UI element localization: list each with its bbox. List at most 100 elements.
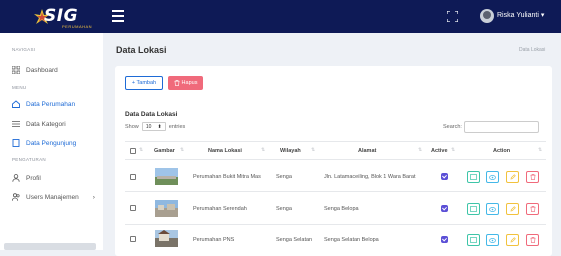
active-toggle[interactable] bbox=[441, 236, 448, 243]
eye-icon bbox=[489, 206, 496, 212]
map-button[interactable] bbox=[467, 234, 480, 246]
map-icon bbox=[470, 237, 477, 243]
cell-nama-lokasi: Perumahan PNS bbox=[193, 237, 235, 243]
show-label: Show bbox=[125, 123, 139, 130]
table-header-border bbox=[125, 159, 546, 160]
map-button[interactable] bbox=[467, 171, 480, 183]
page-title: Data Lokasi bbox=[116, 45, 167, 55]
table-title: Data Data Lokasi bbox=[125, 111, 178, 118]
sidebar-item-data-kategori[interactable]: Data Kategori bbox=[12, 120, 66, 128]
select-caret-icon: ⬍ bbox=[157, 123, 162, 130]
active-toggle[interactable] bbox=[441, 173, 448, 180]
sidebar-item-data-perumahan[interactable]: Data Perumahan bbox=[12, 100, 75, 108]
trash-icon bbox=[174, 80, 180, 86]
eye-icon bbox=[489, 174, 496, 180]
breadcrumb[interactable]: Data Lokasi bbox=[519, 47, 545, 53]
edit-button[interactable] bbox=[506, 203, 519, 215]
sidebar-item-users-manajemen[interactable]: Users Manajemen › bbox=[12, 193, 95, 201]
content-card bbox=[115, 66, 552, 256]
active-toggle[interactable] bbox=[441, 205, 448, 212]
column-header-gambar[interactable]: Gambar bbox=[154, 148, 175, 154]
edit-button[interactable] bbox=[506, 234, 519, 246]
user-icon bbox=[12, 174, 20, 182]
row-checkbox[interactable] bbox=[130, 205, 136, 211]
row-checkbox[interactable] bbox=[130, 236, 136, 242]
delete-row-button[interactable] bbox=[526, 171, 539, 183]
cell-alamat: Senga Belopa bbox=[324, 206, 359, 212]
delete-button-label: Hapus bbox=[181, 80, 198, 86]
location-thumbnail[interactable] bbox=[155, 168, 178, 185]
sidebar: NAVIGASI Dashboard MENU Data Perumahan D… bbox=[0, 33, 103, 250]
entries-select[interactable]: 10 ⬍ bbox=[141, 122, 166, 131]
view-button[interactable] bbox=[486, 203, 499, 215]
entries-select-value: 10 bbox=[145, 123, 152, 130]
view-button[interactable] bbox=[486, 171, 499, 183]
trash-icon bbox=[530, 237, 535, 243]
dashboard-icon bbox=[12, 66, 20, 74]
sidebar-item-label: Profil bbox=[26, 174, 41, 182]
sort-icon[interactable]: ⇅ bbox=[418, 147, 422, 153]
app-logo[interactable]: SIG PERUMAHAN bbox=[18, 5, 102, 29]
section-navigasi: NAVIGASI bbox=[12, 47, 36, 52]
sort-icon[interactable]: ⇅ bbox=[538, 147, 542, 153]
column-header-wilayah[interactable]: Wilayah bbox=[280, 148, 301, 154]
list-icon bbox=[12, 121, 20, 127]
delete-row-button[interactable] bbox=[526, 234, 539, 246]
sort-icon[interactable]: ⇅ bbox=[180, 147, 184, 153]
search-label: Search: bbox=[443, 124, 462, 130]
sort-icon[interactable]: ⇅ bbox=[261, 147, 265, 153]
map-button[interactable] bbox=[467, 203, 480, 215]
delete-row-button[interactable] bbox=[526, 203, 539, 215]
sidebar-item-profil[interactable]: Profil bbox=[12, 174, 41, 182]
edit-icon bbox=[510, 237, 516, 243]
trash-icon bbox=[530, 206, 535, 212]
column-header-nama-lokasi[interactable]: Nama Lokasi bbox=[208, 148, 242, 154]
column-header-alamat[interactable]: Alamat bbox=[358, 148, 376, 154]
cell-alamat: Senga Selatan Belopa bbox=[324, 237, 379, 243]
sidebar-item-label: Data Kategori bbox=[26, 120, 66, 128]
table-top-border bbox=[125, 141, 546, 142]
map-icon bbox=[470, 174, 477, 180]
sidebar-item-label: Dashboard bbox=[26, 66, 58, 74]
sidebar-item-label: Data Pengunjung bbox=[26, 139, 77, 147]
sidebar-item-label: Data Perumahan bbox=[26, 100, 76, 108]
fullscreen-icon[interactable] bbox=[447, 11, 458, 22]
sidebar-footer bbox=[4, 243, 96, 250]
select-all-checkbox[interactable] bbox=[130, 148, 136, 154]
brand-subtitle: PERUMAHAN bbox=[62, 24, 93, 29]
location-thumbnail[interactable] bbox=[155, 200, 178, 217]
view-button[interactable] bbox=[486, 234, 499, 246]
trash-icon bbox=[530, 174, 535, 180]
cell-wilayah: Senga Selatan bbox=[276, 237, 313, 243]
edit-icon bbox=[510, 174, 516, 180]
chevron-right-icon: › bbox=[92, 193, 95, 201]
edit-icon bbox=[510, 206, 516, 212]
entries-length-control: Show 10 ⬍ entries bbox=[125, 122, 185, 131]
section-pengaturan: PENGATURAN bbox=[12, 157, 46, 162]
hamburger-menu-icon[interactable] bbox=[112, 10, 124, 22]
sort-icon[interactable]: ⇅ bbox=[139, 147, 143, 153]
sort-icon[interactable]: ⇅ bbox=[311, 147, 315, 153]
delete-button[interactable]: Hapus bbox=[168, 76, 203, 90]
sidebar-item-dashboard[interactable]: Dashboard bbox=[12, 66, 58, 74]
map-icon bbox=[470, 206, 477, 212]
add-button[interactable]: + Tambah bbox=[125, 76, 163, 90]
top-navbar: SIG PERUMAHAN Riska Yulianti ▾ bbox=[0, 0, 561, 33]
column-header-active[interactable]: Active bbox=[431, 148, 448, 154]
sidebar-item-data-pengunjung[interactable]: Data Pengunjung bbox=[12, 139, 76, 147]
row-checkbox[interactable] bbox=[130, 174, 136, 180]
cell-wilayah: Senga bbox=[276, 206, 292, 212]
cell-nama-lokasi: Perumahan Serendah bbox=[193, 206, 247, 212]
user-avatar[interactable] bbox=[480, 9, 494, 23]
entries-label: entries bbox=[168, 123, 186, 130]
sort-icon[interactable]: ⇅ bbox=[451, 147, 455, 153]
home-icon bbox=[12, 100, 20, 108]
user-menu[interactable]: Riska Yulianti ▾ bbox=[497, 11, 544, 19]
row-divider bbox=[125, 191, 546, 192]
location-thumbnail[interactable] bbox=[155, 230, 178, 247]
section-menu: MENU bbox=[12, 85, 27, 90]
users-icon bbox=[12, 193, 20, 201]
edit-button[interactable] bbox=[506, 171, 519, 183]
search-input[interactable] bbox=[464, 121, 539, 133]
cell-wilayah: Senga bbox=[276, 174, 292, 180]
